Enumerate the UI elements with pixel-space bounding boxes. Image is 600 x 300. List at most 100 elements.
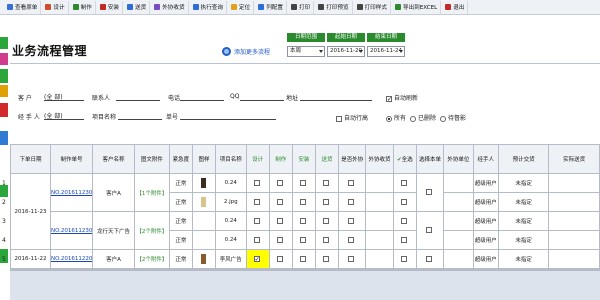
col-make[interactable]: 制作	[268, 144, 293, 174]
row-select-checkbox[interactable]	[400, 236, 407, 243]
filter-done-radio[interactable]	[410, 115, 416, 122]
customer-select[interactable]: (全 部)	[44, 92, 84, 101]
execute-query-button[interactable]: 执行查询	[190, 0, 227, 14]
attachment-link[interactable]: 【1个附件】	[134, 173, 170, 212]
design-cell[interactable]	[245, 249, 270, 269]
design-cell[interactable]	[245, 211, 270, 231]
row-select-checkbox[interactable]	[400, 217, 407, 224]
outsourced-cell[interactable]	[338, 249, 367, 269]
make-checkbox[interactable]	[276, 217, 283, 224]
install-cell[interactable]	[291, 211, 316, 231]
qq-input[interactable]	[240, 92, 284, 101]
filter-pending-option[interactable]: 待督影	[440, 113, 466, 122]
col-project[interactable]: 项目名称	[215, 144, 247, 174]
order-select-checkbox[interactable]	[426, 255, 433, 262]
make-cell[interactable]	[268, 249, 293, 269]
filter-pending-radio[interactable]	[440, 115, 446, 122]
handler-select[interactable]: (全 部)	[44, 111, 84, 120]
deliver-cell[interactable]	[314, 249, 340, 269]
outsourced-checkbox[interactable]	[348, 217, 355, 224]
make-button[interactable]: 制作	[70, 0, 96, 14]
order-select-checkbox[interactable]	[426, 227, 433, 234]
col-attachment[interactable]: 图文附件	[134, 144, 170, 174]
design-button[interactable]: 设计	[42, 0, 69, 14]
filter-all-option[interactable]: 所有	[386, 113, 406, 122]
select-all-cell[interactable]	[392, 249, 417, 269]
outsourced-cell[interactable]	[338, 230, 367, 250]
auto-row-height-option[interactable]: 自动行高	[336, 113, 368, 122]
deliver-checkbox[interactable]	[322, 255, 329, 262]
install-checkbox[interactable]	[299, 255, 306, 262]
contact-input[interactable]	[116, 92, 160, 101]
print-style-button[interactable]: 打印样式	[354, 0, 391, 14]
date-range-tab[interactable]: 日期范围	[287, 33, 325, 42]
col-order-no[interactable]: 制作单号	[49, 144, 94, 174]
design-cell[interactable]	[245, 192, 270, 212]
auto-row-height-checkbox[interactable]	[336, 115, 342, 122]
select-order-cell[interactable]	[415, 211, 445, 250]
outsourced-checkbox[interactable]	[348, 198, 355, 205]
table-row[interactable]: 2016-11-23 NO.20161123002 客户A 【1个附件】 正常 …	[10, 173, 600, 250]
make-checkbox[interactable]	[276, 255, 283, 262]
side-tab-1[interactable]	[0, 37, 8, 49]
select-order-cell[interactable]	[415, 173, 445, 212]
outsource-receive-button[interactable]: 外协收货	[151, 0, 189, 14]
install-checkbox[interactable]	[299, 179, 306, 186]
col-select-all[interactable]: ✔全选	[392, 144, 417, 174]
start-date-select[interactable]: 2016-11-20	[327, 46, 365, 57]
col-install[interactable]: 安装	[291, 144, 316, 174]
auto-refresh-option[interactable]: 自动刷新	[386, 93, 418, 102]
make-checkbox[interactable]	[276, 198, 283, 205]
install-cell[interactable]	[291, 173, 316, 193]
deliver-checkbox[interactable]	[322, 179, 329, 186]
design-checkbox[interactable]	[253, 236, 260, 243]
side-tab-2[interactable]	[0, 53, 8, 65]
install-button[interactable]: 安装	[97, 0, 123, 14]
filter-all-radio[interactable]	[386, 115, 392, 122]
address-input[interactable]	[300, 92, 372, 101]
deliver-checkbox[interactable]	[322, 236, 329, 243]
table-row[interactable]: NO.20161123001 龙行天下广告 【2个附件】 正常 0.24 超级用…	[11, 211, 600, 250]
select-all-cell[interactable]	[392, 173, 417, 193]
side-tab-5[interactable]	[0, 103, 8, 117]
select-all-cell[interactable]	[392, 211, 417, 231]
col-select-order[interactable]: 选择本单	[415, 144, 445, 174]
select-all-cell[interactable]	[392, 192, 417, 212]
outsourced-cell[interactable]	[338, 192, 367, 212]
order-input[interactable]	[180, 111, 276, 120]
row-select-checkbox[interactable]	[400, 179, 407, 186]
outsourced-cell[interactable]	[338, 173, 367, 193]
deliver-cell[interactable]	[314, 230, 340, 250]
make-checkbox[interactable]	[276, 179, 283, 186]
col-urgency[interactable]: 紧急度	[168, 144, 193, 174]
order-no-link[interactable]: NO.20161122001	[49, 249, 94, 269]
col-sample[interactable]: 图样	[191, 144, 217, 174]
select-order-cell[interactable]	[415, 249, 445, 269]
export-excel-button[interactable]: 导出到EXCEL	[392, 0, 442, 14]
filter-done-option[interactable]: 已删除	[410, 113, 436, 122]
col-outsourced[interactable]: 是否外协	[338, 144, 367, 174]
end-date-tab[interactable]: 结束日期	[367, 33, 405, 42]
col-deliver[interactable]: 送货	[314, 144, 340, 174]
date-range-select[interactable]: 本周	[287, 46, 325, 57]
make-cell[interactable]	[268, 173, 293, 193]
outsourced-cell[interactable]	[338, 211, 367, 231]
table-row[interactable]: 2016-11-22 NO.20161122001 客户A 【2个附件】 正常 …	[10, 249, 600, 269]
attachment-link[interactable]: 【2个附件】	[134, 249, 170, 269]
column-config-button[interactable]: 列配置	[255, 0, 287, 14]
outsourced-checkbox[interactable]	[348, 179, 355, 186]
install-cell[interactable]	[291, 249, 316, 269]
deliver-cell[interactable]	[314, 192, 340, 212]
make-checkbox[interactable]	[276, 236, 283, 243]
make-cell[interactable]	[268, 192, 293, 212]
deliver-checkbox[interactable]	[322, 217, 329, 224]
deliver-cell[interactable]	[314, 211, 340, 231]
col-actual-delivery[interactable]: 实际送货	[548, 144, 600, 174]
deliver-checkbox[interactable]	[322, 198, 329, 205]
col-design[interactable]: 设计	[245, 144, 270, 174]
make-cell[interactable]	[268, 211, 293, 231]
view-order-button[interactable]: 查看原单	[4, 0, 42, 14]
deliver-cell[interactable]	[314, 173, 340, 193]
project-input[interactable]	[118, 111, 162, 120]
select-all-cell[interactable]	[392, 230, 417, 250]
